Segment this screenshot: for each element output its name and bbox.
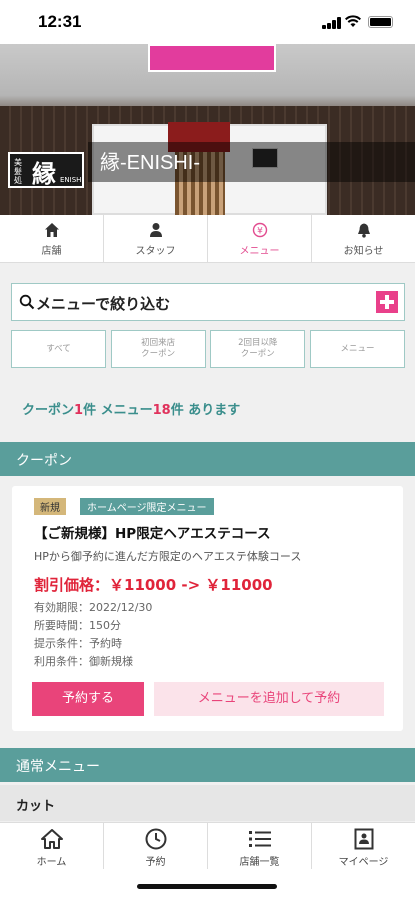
- new-badge: 新規: [34, 498, 66, 515]
- home-icon: [0, 827, 103, 851]
- person-icon: [104, 221, 207, 239]
- coupon-use-condition: 利用条件：御新規様: [34, 655, 133, 668]
- coupon-duration: 所要時間：150分: [34, 619, 121, 632]
- nav-my-page[interactable]: マイページ: [312, 823, 415, 869]
- nav-shop-list[interactable]: 店舗一覧: [208, 823, 312, 869]
- wifi-icon: [345, 15, 361, 27]
- regular-menu-section-header: 通常メニュー: [0, 748, 415, 782]
- coupon-description: HPから御予約に進んだ方限定のヘアエステ体験コース: [34, 550, 302, 563]
- status-time: 12:31: [38, 12, 82, 31]
- tab-shop[interactable]: 店舗: [0, 215, 104, 262]
- filter-first-visit-coupon[interactable]: 初回来店 クーポン: [110, 330, 206, 368]
- book-button[interactable]: 予約する: [32, 682, 144, 716]
- coupon-card: 新規 ホームページ限定メニュー 【ご新規様】HP限定ヘアエステコース HPから御…: [12, 486, 403, 731]
- yen-icon: ¥: [208, 221, 311, 239]
- add-menu-and-book-button[interactable]: メニューを追加して予約: [154, 682, 384, 716]
- id-card-icon: [312, 827, 415, 851]
- nav-home[interactable]: ホーム: [0, 823, 104, 869]
- shop-tabs: 店舗 スタッフ ¥ メニュー お知らせ: [0, 215, 415, 263]
- tab-news[interactable]: お知らせ: [312, 215, 415, 262]
- search-icon: [19, 294, 35, 310]
- home-indicator: [137, 884, 277, 889]
- filter-menu[interactable]: メニュー: [309, 330, 405, 368]
- filter-all[interactable]: すべて: [11, 330, 106, 368]
- list-icon: [208, 827, 311, 851]
- home-icon: [0, 221, 103, 239]
- nav-reservation[interactable]: 予約: [104, 823, 208, 869]
- menu-search-input[interactable]: メニューで絞り込む: [11, 283, 405, 321]
- filter-repeat-coupon[interactable]: 2回目以降 クーポン: [210, 330, 306, 368]
- coupon-section-header: クーポン: [0, 442, 415, 476]
- category-cut: カット: [0, 785, 415, 821]
- battery-icon: [368, 16, 393, 28]
- bell-icon: [312, 221, 415, 239]
- tab-staff[interactable]: スタッフ: [104, 215, 208, 262]
- result-count: クーポン1件 メニュー18件 あります: [22, 403, 241, 418]
- tab-menu[interactable]: ¥ メニュー: [208, 215, 312, 262]
- cellular-signal-icon: [322, 17, 342, 29]
- hp-limited-badge: ホームページ限定メニュー: [80, 498, 214, 515]
- menu-filters: すべて 初回来店 クーポン 2回目以降 クーポン メニュー: [11, 330, 405, 368]
- coupon-present-condition: 提示条件：予約時: [34, 637, 122, 650]
- clock-icon: [104, 827, 207, 851]
- add-filter-button[interactable]: [376, 291, 398, 313]
- search-placeholder: メニューで絞り込む: [36, 295, 171, 313]
- shop-hero-image: 美髪処 縁 ENISHI 縁-ENISHI-: [0, 44, 415, 215]
- coupon-price: 割引価格：￥11000 -> ￥11000: [34, 576, 273, 594]
- coupon-title: 【ご新規様】HP限定ヘアエステコース: [34, 526, 271, 542]
- shop-name: 縁-ENISHI-: [100, 152, 200, 174]
- svg-text:¥: ¥: [257, 227, 263, 237]
- coupon-expiry: 有効期限：2022/12/30: [34, 601, 153, 614]
- shop-logo: 美髪処 縁 ENISHI: [8, 152, 84, 188]
- status-bar: 12:31: [0, 0, 415, 44]
- storefront-signboard: [148, 44, 276, 72]
